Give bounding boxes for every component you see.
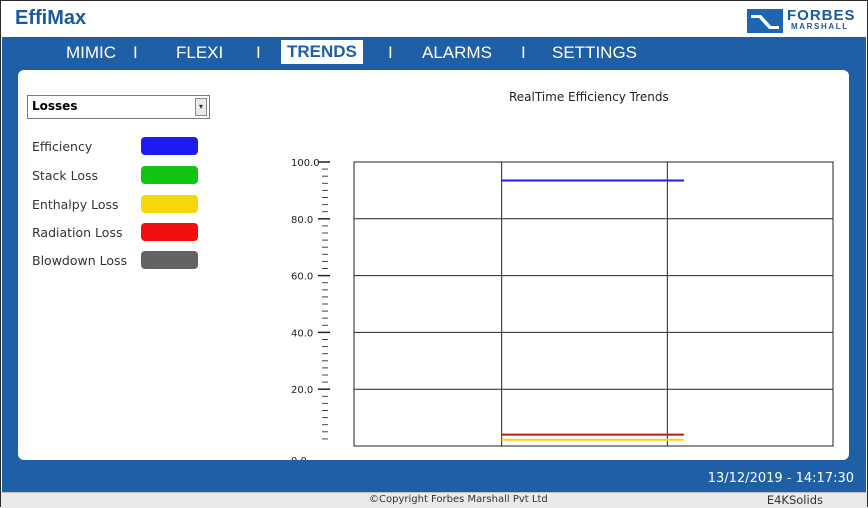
brand-line-2: MARSHALL xyxy=(791,22,849,31)
header: EffiMax FORBES MARSHALL xyxy=(1,1,867,37)
nav-separator: I xyxy=(256,43,261,62)
y-tick-label: 60.0 xyxy=(291,272,313,283)
forbes-marshall-logo: FORBES MARSHALL xyxy=(747,7,857,35)
nav-alarms[interactable]: ALARMS xyxy=(422,43,492,63)
nav-separator: I xyxy=(521,43,526,62)
status-bar: ©Copyright Forbes Marshall Pvt Ltd E4KSo… xyxy=(1,492,867,508)
nav-flexi[interactable]: FLEXI xyxy=(176,43,223,63)
y-tick-label: 0.0 xyxy=(291,456,307,460)
nav-mimic[interactable]: MIMIC xyxy=(66,43,116,63)
trend-chart: 100.080.060.040.020.00.013:54:0114:04:01… xyxy=(291,158,834,460)
trends-panel: Losses ▾ Efficiency Stack Loss Enthalpy … xyxy=(18,70,849,460)
main-frame: MIMIC I FLEXI I TRENDS I ALARMS I SETTIN… xyxy=(2,37,866,492)
app-window: EffiMax FORBES MARSHALL MIMIC I FLEXI I … xyxy=(0,0,868,508)
nav-trends[interactable]: TRENDS xyxy=(281,40,363,64)
y-tick-label: 80.0 xyxy=(291,215,313,226)
y-tick-label: 100.0 xyxy=(291,158,320,169)
app-title: EffiMax xyxy=(15,7,87,29)
product-name: E4KSolids xyxy=(766,493,823,507)
nav-separator: I xyxy=(133,43,138,62)
status-datetime: 13/12/2019 - 14:17:30 xyxy=(707,471,854,486)
y-tick-label: 40.0 xyxy=(291,328,313,339)
top-nav: MIMIC I FLEXI I TRENDS I ALARMS I SETTIN… xyxy=(2,37,866,69)
copyright-text: ©Copyright Forbes Marshall Pvt Ltd xyxy=(369,494,548,505)
logo-mark-icon xyxy=(747,9,783,33)
nav-settings[interactable]: SETTINGS xyxy=(552,43,637,63)
copyright-icon: © xyxy=(369,494,379,505)
copyright-label: Copyright Forbes Marshall Pvt Ltd xyxy=(379,494,548,505)
nav-separator: I xyxy=(388,43,393,62)
plot-area xyxy=(353,161,834,447)
y-tick-label: 20.0 xyxy=(291,385,313,396)
